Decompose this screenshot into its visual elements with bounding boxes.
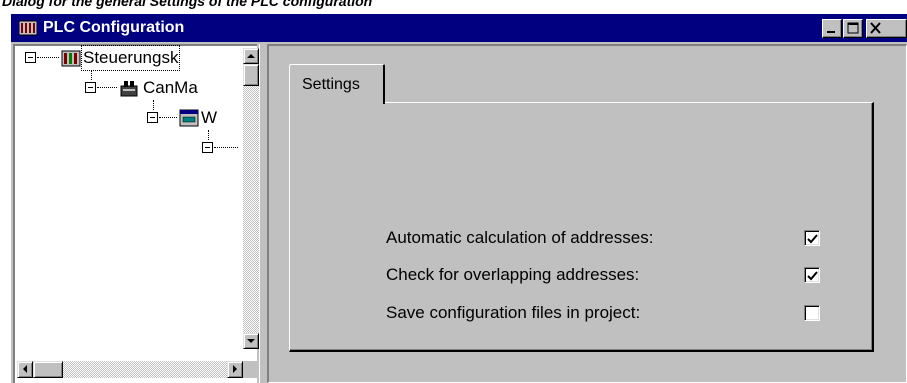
tree-connector [159,117,177,118]
close-button[interactable] [866,19,907,38]
tab-settings[interactable]: Settings [289,64,385,104]
overlap-check-checkbox[interactable] [804,267,820,283]
minimize-icon [827,31,835,33]
collapse-icon[interactable] [147,112,158,123]
tree-connector [214,147,238,148]
close-icon [870,22,881,34]
maximize-icon [847,22,859,34]
tree-vertical-scrollbar[interactable] [243,48,259,349]
configuration-tree[interactable]: Steuerungsk CanMa W [13,44,259,383]
setting-label-save-config: Save configuration files in project: [386,303,641,322]
collapse-icon[interactable] [85,82,96,93]
tree-node-label[interactable]: Steuerungsk [80,45,181,71]
window-client-area: Steuerungsk CanMa W Settings Automatic c… [13,44,907,383]
scroll-left-button[interactable] [17,361,33,378]
tab-label: Settings [302,76,360,93]
title-bar[interactable]: PLC Configuration [11,14,907,42]
collapse-icon[interactable] [202,142,213,153]
setting-label-overlap-check: Check for overlapping addresses: [386,265,640,284]
figure-caption: Dialog for the general Settings of the P… [2,0,373,9]
plc-configuration-window: PLC Configuration Steuerungsk CanMa W Se… [11,14,907,383]
plc-config-icon [18,20,38,36]
scroll-thumb[interactable] [243,64,259,86]
save-config-checkbox[interactable] [804,305,820,321]
tree-connector [97,87,117,88]
scroll-up-button[interactable] [243,48,259,64]
scrollbar-corner [243,361,259,378]
tree-node-root[interactable]: Steuerungsk [25,45,245,71]
tree-node-child[interactable] [202,136,242,160]
pane-splitter[interactable] [259,44,265,383]
maximize-button[interactable] [843,19,863,38]
plc-rack-icon [61,48,81,68]
tree-node-can-master[interactable]: CanMa [85,76,245,100]
checkmark-icon [807,271,818,281]
scroll-thumb[interactable] [33,361,63,378]
scroll-right-button[interactable] [227,361,243,378]
tree-node-label[interactable]: W [201,107,217,129]
tree-node-module[interactable]: W [147,106,245,130]
arrow-up-icon [247,54,255,58]
checkmark-icon [807,234,818,244]
arrow-left-icon [23,365,27,373]
arrow-right-icon [233,365,237,373]
auto-address-checkbox[interactable] [804,230,820,246]
scroll-down-button[interactable] [243,333,259,349]
window-title: PLC Configuration [43,19,185,36]
minimize-button[interactable] [822,19,842,38]
module-icon [179,108,199,128]
tree-connector [37,57,59,58]
tree-horizontal-scrollbar[interactable] [17,361,243,378]
settings-tab-page: Automatic calculation of addresses: Chec… [289,102,874,352]
arrow-down-icon [247,339,255,343]
setting-label-auto-address: Automatic calculation of addresses: [386,228,654,247]
settings-panel: Settings Automatic calculation of addres… [267,44,907,383]
collapse-icon[interactable] [25,52,36,63]
tree-node-label[interactable]: CanMa [143,77,198,99]
can-master-icon [119,78,139,98]
